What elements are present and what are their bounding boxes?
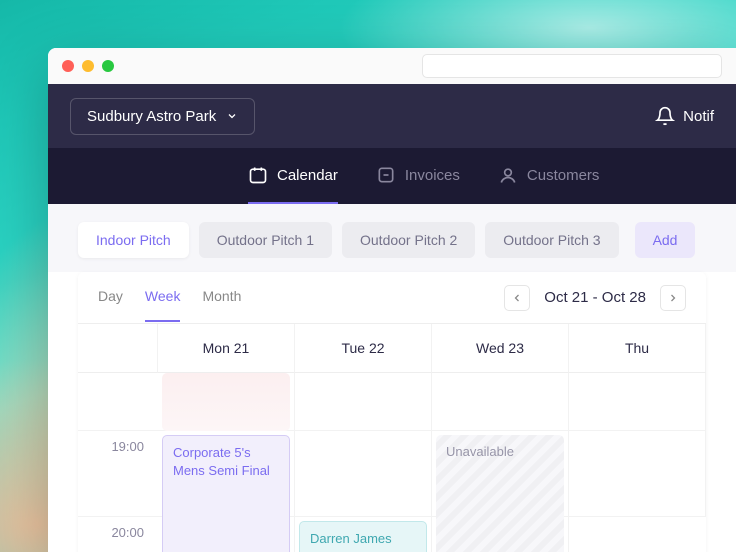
calendar-cell[interactable]	[295, 431, 432, 517]
calendar-grid: Mon 21 Tue 22 Wed 23 Thu 19:00 Corporate…	[78, 324, 706, 552]
day-header: Wed 23	[432, 324, 569, 373]
venue-name: Sudbury Astro Park	[87, 108, 216, 125]
calendar-cell[interactable]	[432, 517, 569, 552]
address-bar[interactable]	[422, 54, 722, 78]
calendar-cell[interactable]: Unavailable	[432, 431, 569, 517]
date-range: Oct 21 - Oct 28	[544, 289, 646, 306]
date-navigator: Oct 21 - Oct 28	[504, 285, 686, 325]
pitch-filters: Indoor Pitch Outdoor Pitch 1 Outdoor Pit…	[48, 204, 736, 272]
app-header: Sudbury Astro Park Notif	[48, 84, 736, 148]
filter-outdoor-pitch-1[interactable]: Outdoor Pitch 1	[199, 222, 332, 258]
main-nav: Calendar Invoices Customers	[48, 148, 736, 204]
calendar-cell[interactable]	[569, 431, 706, 517]
filter-outdoor-pitch-3[interactable]: Outdoor Pitch 3	[485, 222, 618, 258]
time-label	[78, 373, 158, 431]
filter-outdoor-pitch-2[interactable]: Outdoor Pitch 2	[342, 222, 475, 258]
window-close-button[interactable]	[62, 60, 74, 72]
window-zoom-button[interactable]	[102, 60, 114, 72]
time-label: 19:00	[78, 431, 158, 517]
notifications-label: Notif	[683, 108, 714, 125]
customers-icon	[498, 165, 518, 185]
invoice-icon	[376, 165, 396, 185]
time-label: 20:00	[78, 517, 158, 552]
calendar-cell[interactable]	[158, 373, 295, 431]
filter-indoor-pitch[interactable]: Indoor Pitch	[78, 222, 189, 258]
view-week[interactable]: Week	[145, 288, 181, 322]
window-minimize-button[interactable]	[82, 60, 94, 72]
nav-customers[interactable]: Customers	[498, 148, 600, 204]
notifications-button[interactable]: Notif	[655, 106, 714, 126]
day-header: Tue 22	[295, 324, 432, 373]
calendar-cell[interactable]: Darren James	[295, 517, 432, 552]
calendar-panel: Day Week Month Oct 21 - Oct 28 Mon 21 Tu…	[78, 272, 706, 552]
nav-label: Calendar	[277, 167, 338, 184]
calendar-cell[interactable]	[158, 517, 295, 552]
next-week-button[interactable]	[660, 285, 686, 311]
nav-invoices[interactable]: Invoices	[376, 148, 460, 204]
venue-dropdown[interactable]: Sudbury Astro Park	[70, 98, 255, 135]
add-pitch-button[interactable]: Add	[635, 222, 696, 258]
calendar-toolbar: Day Week Month Oct 21 - Oct 28	[78, 272, 706, 324]
nav-label: Customers	[527, 167, 600, 184]
titlebar	[48, 48, 736, 84]
chevron-right-icon	[667, 292, 679, 304]
view-day[interactable]: Day	[98, 288, 123, 322]
calendar-cell[interactable]	[569, 517, 706, 552]
nav-calendar[interactable]: Calendar	[248, 148, 338, 204]
nav-label: Invoices	[405, 167, 460, 184]
day-header: Mon 21	[158, 324, 295, 373]
event-darren-james[interactable]: Darren James	[299, 521, 427, 552]
calendar-icon	[248, 165, 268, 185]
view-month[interactable]: Month	[202, 288, 241, 322]
calendar-cell[interactable]	[432, 373, 569, 431]
app-window: Sudbury Astro Park Notif Calendar Invoic…	[48, 48, 736, 552]
day-header: Thu	[569, 324, 706, 373]
event-block[interactable]	[162, 373, 290, 431]
chevron-left-icon	[511, 292, 523, 304]
chevron-down-icon	[226, 110, 238, 122]
grid-corner	[78, 324, 158, 373]
calendar-cell[interactable]: Corporate 5's Mens Semi Final	[158, 431, 295, 517]
bell-icon	[655, 106, 675, 126]
prev-week-button[interactable]	[504, 285, 530, 311]
calendar-cell[interactable]	[295, 373, 432, 431]
calendar-cell[interactable]	[569, 373, 706, 431]
